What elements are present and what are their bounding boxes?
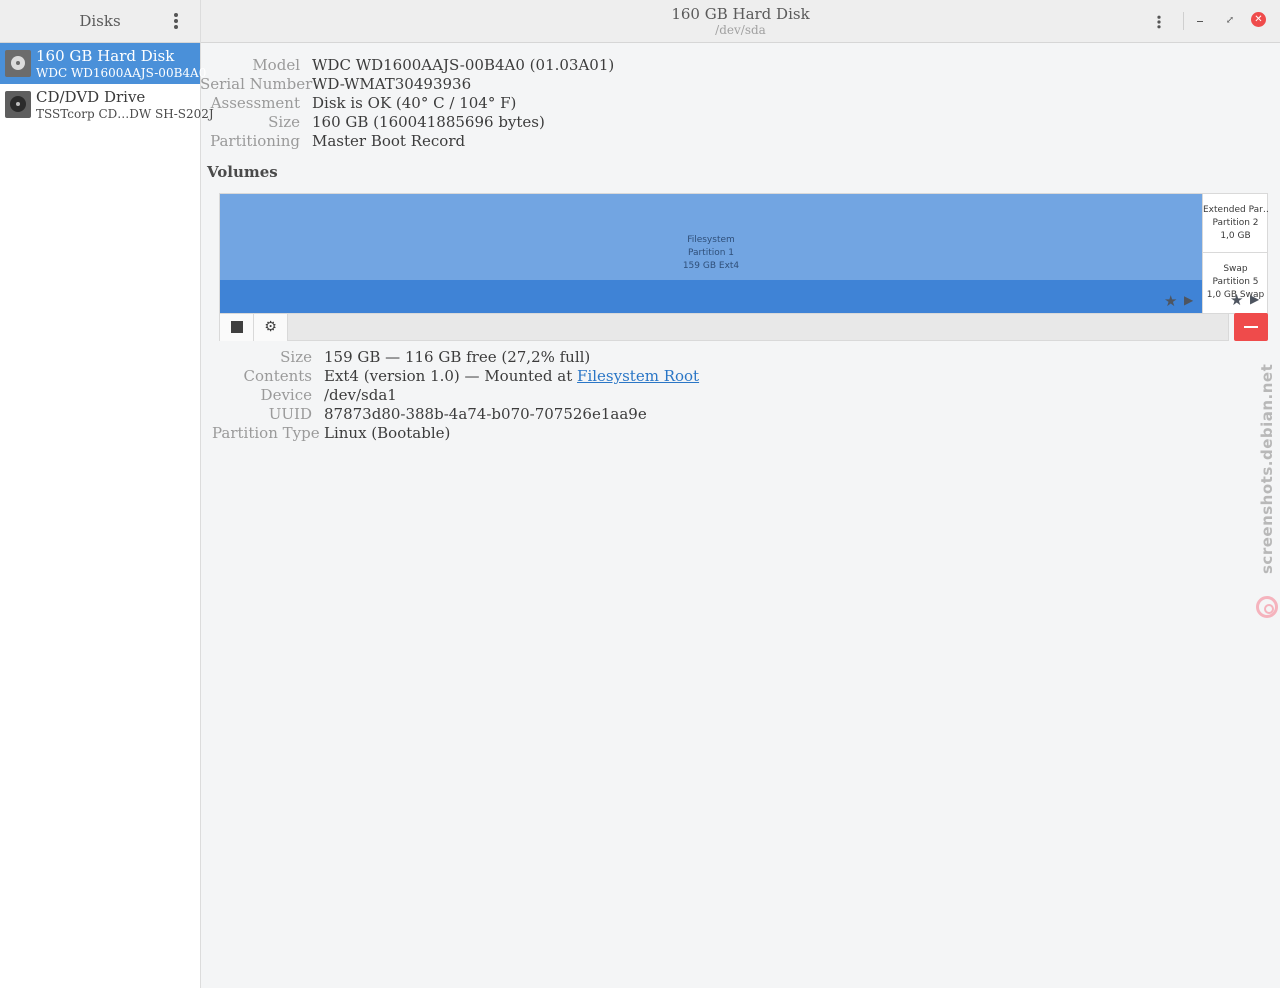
partition-2-block[interactable]: Extended Par… Partition 2 1,0 GB bbox=[1202, 194, 1268, 253]
volume-size-value: 159 GB — 116 GB free (27,2% full) bbox=[324, 348, 591, 366]
disk-item-name: 160 GB Hard Disk bbox=[36, 47, 175, 65]
partitioning-value: Master Boot Record bbox=[312, 132, 466, 150]
sidebar-header: Disks bbox=[0, 0, 200, 43]
disks-window: Disks 160 GB Hard Disk WDC WD1600AAJS-00… bbox=[0, 0, 1280, 988]
header-bar: 160 GB Hard Disk /dev/sda ⤢ ✕ bbox=[201, 0, 1280, 43]
contents-text: Ext4 (version 1.0) — Mounted at bbox=[324, 367, 578, 385]
disk-item-name: CD/DVD Drive bbox=[36, 88, 146, 106]
serial-label: Serial Number bbox=[200, 75, 313, 93]
partition-5-block[interactable]: Swap Partition 5 1,0 GB Swap ★ ▶ bbox=[1202, 253, 1267, 313]
bootable-star-icon: ★ bbox=[1164, 292, 1178, 310]
model-value: WDC WD1600AAJS-00B4A0 (01.03A01) bbox=[312, 56, 615, 74]
partition-5-name: Partition 5 bbox=[1212, 277, 1259, 287]
partition-1-label: Filesystem Partition 1 159 GB Ext4 bbox=[220, 234, 1202, 273]
device-label: Device bbox=[260, 386, 312, 404]
serial-value: WD-WMAT30493936 bbox=[312, 75, 472, 93]
assessment-value: Disk is OK (40° C / 104° F) bbox=[312, 94, 517, 112]
volume-toolbar: ⚙ bbox=[219, 314, 1229, 341]
contents-label: Contents bbox=[243, 367, 312, 385]
partitioning-label: Partitioning bbox=[210, 132, 300, 150]
partition-type-value: Linux (Bootable) bbox=[324, 424, 451, 442]
maximize-button[interactable]: ⤢ bbox=[1221, 12, 1239, 30]
contents-value: Ext4 (version 1.0) — Mounted at Filesyst… bbox=[324, 367, 699, 385]
filesystem-root-link[interactable]: Filesystem Root bbox=[577, 367, 699, 385]
partition-type-label: Partition Type bbox=[212, 424, 320, 442]
volumes-graph: Filesystem Partition 1 159 GB Ext4 ★ ▶ E… bbox=[219, 193, 1268, 314]
disk-item-hard-disk[interactable]: 160 GB Hard Disk WDC WD1600AAJS-00B4A0 bbox=[0, 43, 206, 84]
watermark-text: screenshots.debian.net bbox=[1258, 363, 1276, 574]
delete-partition-button[interactable] bbox=[1234, 313, 1268, 341]
disk-item-cd-dvd[interactable]: CD/DVD Drive TSSTcorp CD…DW SH-S202J bbox=[0, 84, 214, 125]
partition-1-name: Partition 1 bbox=[687, 248, 735, 258]
disk-item-subtitle: WDC WD1600AAJS-00B4A0 bbox=[36, 66, 207, 80]
assessment-label: Assessment bbox=[210, 94, 300, 112]
window-subtitle: /dev/sda bbox=[715, 23, 766, 37]
close-button[interactable]: ✕ bbox=[1251, 12, 1266, 27]
partition-1-block[interactable]: Filesystem Partition 1 159 GB Ext4 ★ ▶ bbox=[220, 194, 1202, 313]
sidebar: Disks 160 GB Hard Disk WDC WD1600AAJS-00… bbox=[0, 0, 214, 988]
partition-2-size: 1,0 GB bbox=[1220, 231, 1251, 241]
minimize-button[interactable] bbox=[1192, 12, 1210, 30]
size-value: 160 GB (160041885696 bytes) bbox=[312, 113, 545, 131]
volume-size-label: Size bbox=[280, 348, 312, 366]
mounted-play-icon: ▶ bbox=[1184, 293, 1194, 307]
partition-2-type: Extended Par… bbox=[1203, 205, 1268, 215]
swap-star-icon: ★ bbox=[1230, 291, 1244, 309]
optical-drive-icon bbox=[5, 91, 31, 118]
model-label: Model bbox=[252, 56, 300, 74]
watermark-logo-icon bbox=[1256, 596, 1278, 618]
swap-play-icon: ▶ bbox=[1250, 292, 1260, 306]
header-separator bbox=[1183, 12, 1184, 30]
partition-1-usage-bar bbox=[220, 280, 1202, 313]
drive-menu-icon[interactable] bbox=[1151, 14, 1167, 30]
window-title: 160 GB Hard Disk bbox=[671, 5, 810, 23]
sidebar-menu-icon[interactable] bbox=[166, 11, 186, 31]
partition-5-type: Swap bbox=[1223, 264, 1248, 274]
partition-2-label: Extended Par… Partition 2 1,0 GB bbox=[1203, 204, 1268, 243]
disk-item-subtitle: TSSTcorp CD…DW SH-S202J bbox=[36, 107, 214, 121]
size-label: Size bbox=[268, 113, 300, 131]
hard-disk-icon bbox=[5, 50, 31, 77]
partition-2-name: Partition 2 bbox=[1212, 218, 1259, 228]
partition-1-size: 159 GB Ext4 bbox=[682, 261, 740, 271]
volumes-heading: Volumes bbox=[207, 163, 278, 181]
partition-options-gear-icon[interactable]: ⚙ bbox=[254, 314, 288, 341]
uuid-value: 87873d80-388b-4a74-b070-707526e1aa9e bbox=[324, 405, 647, 423]
uuid-label: UUID bbox=[268, 405, 312, 423]
device-value: /dev/sda1 bbox=[324, 386, 397, 404]
partition-1-type: Filesystem bbox=[687, 235, 735, 245]
unmount-button[interactable] bbox=[220, 314, 254, 341]
